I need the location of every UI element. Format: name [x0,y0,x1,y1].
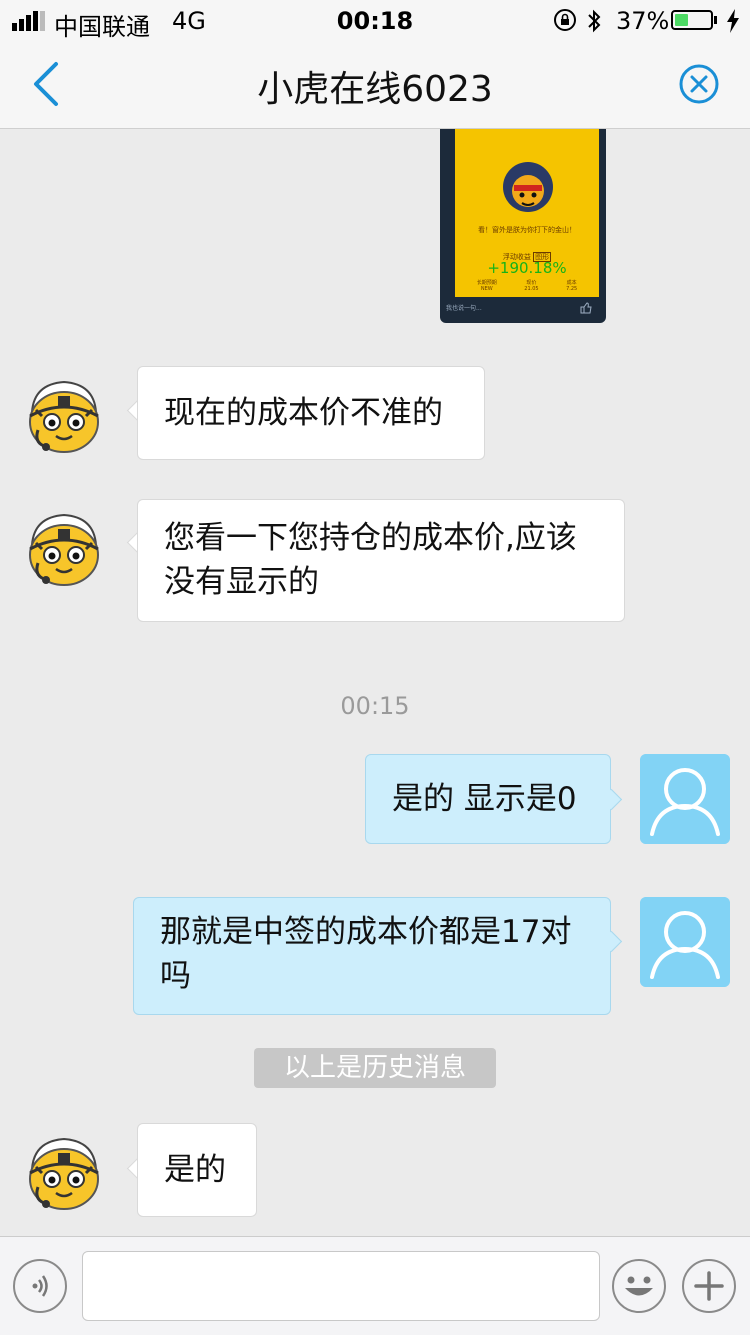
battery-percent: 37% [616,7,670,35]
timestamp: 00:15 [340,692,410,720]
stat-item: 现价 21.05 [524,280,539,292]
message-bubble-in[interactable]: 现在的成本价不准的 [137,366,485,460]
emoji-icon [625,1276,653,1296]
message-bubble-in[interactable]: 是的 [137,1123,257,1217]
stat-item: 长期预期 NEW [476,280,497,292]
message-bubble-out[interactable]: 那就是中签的成本价都是17对吗 [133,897,611,1015]
rotation-lock-icon [554,9,576,31]
float-value: +190.18% [487,259,567,277]
voice-button[interactable] [13,1259,67,1313]
chat-title: 小虎在线6023 [257,69,493,110]
stat-item: 成本 7.25 [566,280,578,292]
plus-icon [694,1271,724,1301]
tiger-avatar[interactable] [22,1129,106,1213]
shared-image-screen: 看！窗外是朕为你打下的金山！ 浮动收益 图形 +190.18% 长期预期 NEW … [455,129,599,297]
tiger-avatar[interactable] [22,505,106,589]
close-circle-icon[interactable] [678,63,720,105]
message-text: 那就是中签的成本价都是17对吗 [160,914,572,994]
input-bar [0,1236,750,1335]
user-avatar[interactable] [640,754,730,844]
message-bubble-in[interactable]: 您看一下您持仓的成本价,应该没有显示的 [137,499,625,622]
voice-icon [32,1275,48,1297]
shared-image-message[interactable]: 看！窗外是朕为你打下的金山！ 浮动收益 图形 +190.18% 长期预期 NEW … [440,129,606,323]
plus-button[interactable] [682,1259,736,1313]
chat-area[interactable]: 看！窗外是朕为你打下的金山！ 浮动收益 图形 +190.18% 长期预期 NEW … [0,129,750,1236]
shared-image-caption: 看！窗外是朕为你打下的金山！ [478,226,576,234]
user-avatar[interactable] [640,897,730,987]
message-bubble-out[interactable]: 是的 显示是0 [365,754,611,844]
comment-placeholder: 我也说一句... [446,305,482,312]
battery-fill [675,14,688,26]
history-divider: 以上是历史消息 [254,1048,496,1088]
navigation-bar: 小虎在线6023 [0,42,750,129]
battery-icon [671,10,713,30]
message-input[interactable] [82,1251,600,1321]
emoji-button[interactable] [612,1259,666,1313]
bluetooth-icon [588,9,601,33]
message-text: 您看一下您持仓的成本价,应该没有显示的 [164,520,577,600]
thumbs-up-icon [580,302,592,314]
message-text: 现在的成本价不准的 [164,395,443,431]
stats-row: 长期预期 NEW 现价 21.05 成本 7.25 [463,279,591,292]
charging-icon [727,9,739,33]
status-bar: 中国联通 4G 00:18 37% [0,0,750,42]
tiger-avatar-icon [503,162,553,212]
message-text: 是的 显示是0 [392,781,577,817]
tiger-avatar[interactable] [22,372,106,456]
message-text: 是的 [164,1152,226,1188]
